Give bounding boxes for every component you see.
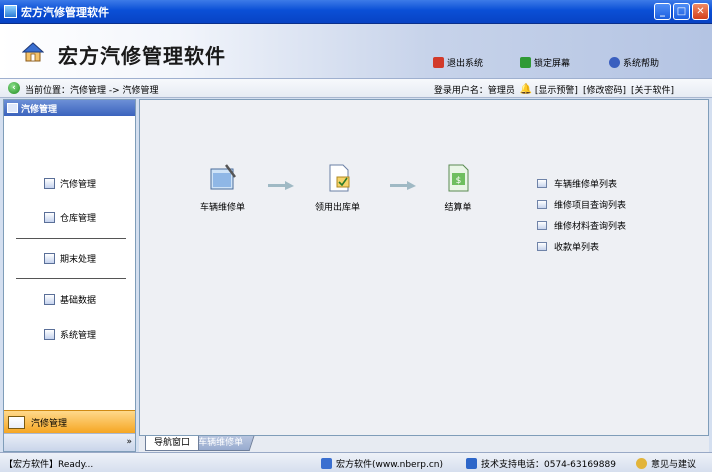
tab-navigation-window[interactable]: 导航窗口 (145, 436, 200, 451)
title-bar: 宏方汽修管理软件 _ □ ✕ (0, 0, 712, 24)
flow-label: 车辆维修单 (200, 203, 246, 213)
tab-strip: 导航窗口 车辆维修单 (139, 436, 709, 452)
sidebar-item-warehouse[interactable]: 仓库管理 (44, 210, 96, 224)
list-icon (537, 221, 547, 230)
home-icon (321, 458, 332, 469)
bell-icon: 🔔 (519, 83, 533, 95)
home-icon (22, 42, 44, 62)
sidebar-item-label: 仓库管理 (60, 213, 97, 224)
flow-settlement[interactable]: $ 结算单 (443, 163, 473, 213)
warehouse-icon (44, 211, 55, 223)
repair-order-icon (210, 164, 236, 190)
sidebar-divider (16, 278, 126, 279)
feedback-icon (636, 458, 647, 469)
system-help-label: 系统帮助 (623, 58, 660, 69)
location-bar: ‹ 当前位置：汽修管理 -> 汽修管理 登录用户名：管理员 🔔 [显示预警] [… (0, 79, 712, 98)
status-ready: 【宏方软件】Ready... (4, 460, 94, 470)
status-feedback[interactable]: 意见与建议 (636, 457, 696, 470)
status-company-label: 宏方软件(www.nberp.cn) (336, 460, 444, 470)
list-icon (537, 242, 547, 251)
repair-order-list-link[interactable]: 车辆维修单列表 (537, 173, 626, 194)
system-help-button[interactable]: 系统帮助 (609, 55, 659, 69)
about-software-link[interactable]: [关于软件] (631, 83, 674, 96)
user-area: 登录用户名：管理员 🔔 [显示预警] [修改密码] [关于软件] (434, 83, 674, 96)
sidebar-item-car-repair[interactable]: 汽修管理 (44, 176, 96, 190)
phone-icon (466, 458, 477, 469)
sidebar-item-base-data[interactable]: 基础数据 (44, 292, 96, 306)
module-icon (8, 415, 25, 429)
header-banner: 宏方汽修管理软件 退出系统 锁定屏幕 系统帮助 (0, 24, 712, 79)
sidebar-title: 汽修管理 (21, 104, 58, 115)
report-link-label: 收款单列表 (554, 243, 600, 253)
sidebar-footer: » (4, 433, 135, 451)
tab-label: 车辆维修单 (198, 438, 244, 448)
car-repair-icon (44, 177, 55, 189)
flow-arrow-icon (268, 181, 294, 190)
report-link-list: 车辆维修单列表 维修项目查询列表 维修材料查询列表 收款单列表 (537, 173, 626, 257)
repair-item-query-link[interactable]: 维修项目查询列表 (537, 194, 626, 215)
flow-repair-order[interactable]: 车辆维修单 (200, 163, 245, 213)
period-end-icon (44, 252, 55, 264)
sidebar-module-label: 汽修管理 (31, 418, 68, 429)
close-button[interactable]: ✕ (692, 3, 709, 20)
status-phone: 技术支持电话：0574-63169889 (466, 457, 616, 470)
svg-text:$: $ (456, 176, 462, 186)
stock-out-icon (329, 164, 349, 192)
exit-system-label: 退出系统 (447, 58, 484, 69)
status-company[interactable]: 宏方软件(www.nberp.cn) (321, 457, 443, 470)
breadcrumb: 当前位置：汽修管理 -> 汽修管理 (25, 86, 159, 96)
help-icon (609, 56, 620, 68)
flow-stock-out[interactable]: 领用出库单 (315, 163, 360, 213)
expand-chevron-icon[interactable]: » (126, 437, 132, 447)
sidebar-item-label: 期末处理 (60, 254, 97, 265)
flow-label: 结算单 (444, 203, 472, 213)
lock-screen-button[interactable]: 锁定屏幕 (520, 55, 570, 69)
base-data-icon (44, 293, 55, 305)
flow-label: 领用出库单 (315, 203, 361, 213)
lock-screen-icon (520, 56, 531, 68)
sidebar-header-icon (7, 103, 18, 113)
list-icon (537, 179, 547, 188)
report-link-label: 车辆维修单列表 (554, 180, 618, 190)
status-bar: 【宏方软件】Ready... 宏方软件(www.nberp.cn) 技术支持电话… (0, 452, 712, 472)
minimize-button[interactable]: _ (654, 3, 671, 20)
exit-system-button[interactable]: 退出系统 (433, 55, 483, 69)
sidebar-header: 汽修管理 (4, 100, 135, 116)
window-title: 宏方汽修管理软件 (21, 6, 109, 19)
sidebar-item-label: 汽修管理 (60, 179, 97, 190)
repair-material-query-link[interactable]: 维修材料查询列表 (537, 215, 626, 236)
sidebar-divider (16, 238, 126, 239)
status-phone-label: 技术支持电话：0574-63169889 (481, 460, 616, 470)
back-arrow-icon[interactable]: ‹ (8, 82, 20, 94)
exit-icon (433, 56, 444, 68)
sidebar-module-button[interactable]: 汽修管理 (4, 410, 135, 433)
sidebar-item-period-end[interactable]: 期末处理 (44, 251, 96, 265)
status-feedback-label: 意见与建议 (651, 460, 697, 470)
change-password-link[interactable]: [修改密码] (583, 83, 626, 96)
maximize-button[interactable]: □ (673, 3, 690, 20)
app-name: 宏方汽修管理软件 (58, 44, 226, 68)
sidebar-item-label: 系统管理 (60, 330, 97, 341)
settlement-icon: $ (448, 164, 469, 192)
navigation-panel: 车辆维修单 领用出库单 $ 结算单 车辆维修单列表 维修项目查询列表 维修材料查 (139, 99, 709, 436)
report-link-label: 维修材料查询列表 (554, 222, 627, 232)
login-user-label: 登录用户名：管理员 (433, 86, 515, 96)
sidebar-item-system[interactable]: 系统管理 (44, 327, 96, 341)
list-icon (537, 200, 547, 209)
lock-screen-label: 锁定屏幕 (534, 58, 571, 69)
sidebar-item-label: 基础数据 (60, 295, 97, 306)
show-alert-link[interactable]: [显示预警] (535, 83, 578, 96)
sidebar: 汽修管理 汽修管理 仓库管理 期末处理 基础数据 系统管理 汽修管理 » (3, 99, 136, 452)
app-icon (4, 5, 17, 18)
receipt-list-link[interactable]: 收款单列表 (537, 236, 626, 257)
flow-arrow-icon (390, 181, 416, 190)
system-icon (44, 328, 55, 340)
report-link-label: 维修项目查询列表 (554, 201, 627, 211)
